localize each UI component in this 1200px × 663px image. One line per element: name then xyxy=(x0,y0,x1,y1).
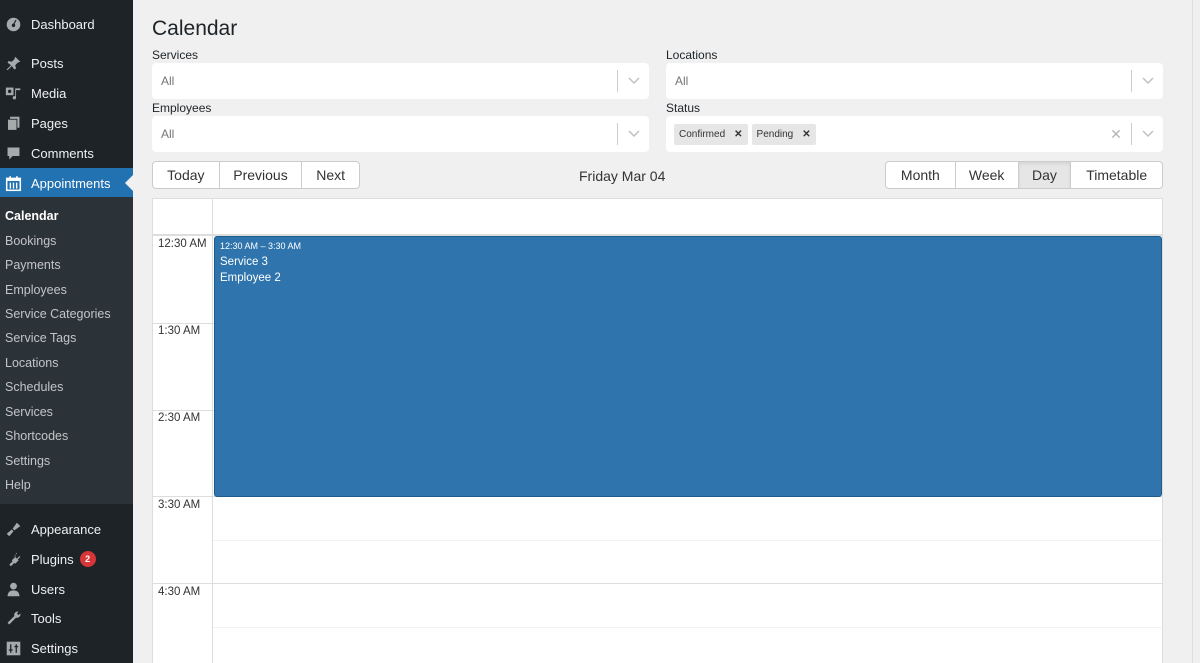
menu-label: Dashboard xyxy=(31,16,95,32)
calendar-icon xyxy=(3,173,23,193)
locations-value: All xyxy=(675,74,689,88)
calendar-event[interactable]: 12:30 AM – 3:30 AM Service 3 Employee 2 xyxy=(214,236,1162,497)
submenu-service-categories[interactable]: Service Categories xyxy=(5,307,111,321)
employees-select[interactable]: All xyxy=(152,116,649,152)
status-select[interactable]: Confirmed ✕ Pending ✕ ✕ xyxy=(666,116,1163,152)
day-calendar-grid: 12:30 AM 1:30 AM 2:30 AM 3:30 AM 4:30 AM… xyxy=(152,198,1163,663)
chevron-down-icon[interactable] xyxy=(1132,77,1163,85)
menu-item-pages[interactable]: Pages xyxy=(0,108,133,138)
settings-icon xyxy=(3,638,23,658)
next-button[interactable]: Next xyxy=(302,162,359,188)
event-employee: Employee 2 xyxy=(220,272,281,284)
locations-label: Locations xyxy=(666,48,718,62)
view-timetable-button[interactable]: Timetable xyxy=(1071,162,1162,188)
chevron-down-icon[interactable] xyxy=(618,77,649,85)
submenu-help[interactable]: Help xyxy=(5,478,31,492)
services-label: Services xyxy=(152,48,199,62)
all-day-row[interactable] xyxy=(153,199,1162,236)
view-button-group: Month Week Day Timetable xyxy=(885,161,1163,189)
status-chip-confirmed: Confirmed ✕ xyxy=(674,123,748,145)
time-label: 12:30 AM xyxy=(158,238,207,250)
chip-label: Pending xyxy=(756,128,794,140)
menu-label: Tools xyxy=(31,610,62,626)
time-label: 2:30 AM xyxy=(158,412,201,424)
brush-icon xyxy=(3,519,23,539)
time-label: 4:30 AM xyxy=(158,586,201,598)
submenu-payments[interactable]: Payments xyxy=(5,258,61,272)
view-week-button[interactable]: Week xyxy=(956,162,1019,188)
menu-label: Appearance xyxy=(31,521,102,537)
time-axis-divider xyxy=(212,199,213,663)
menu-label: Pages xyxy=(31,115,68,131)
submenu-shortcodes[interactable]: Shortcodes xyxy=(5,429,68,443)
time-label: 3:30 AM xyxy=(158,499,201,511)
submenu-settings[interactable]: Settings xyxy=(5,454,50,468)
locations-select[interactable]: All xyxy=(666,63,1163,99)
view-month-button[interactable]: Month xyxy=(886,162,956,188)
page-title: Calendar xyxy=(152,17,238,40)
nav-button-group: Today Previous Next xyxy=(152,161,360,189)
menu-item-media[interactable]: Media xyxy=(0,78,133,108)
remove-chip-icon[interactable]: ✕ xyxy=(734,129,742,140)
menu-item-plugins[interactable]: Plugins 2 xyxy=(0,544,133,574)
menu-item-users[interactable]: Users xyxy=(0,574,133,604)
menu-item-tools[interactable]: Tools xyxy=(0,603,133,633)
half-hour-line xyxy=(213,627,1162,628)
chevron-down-icon[interactable] xyxy=(1132,130,1163,138)
submenu-calendar[interactable]: Calendar xyxy=(5,209,59,223)
submenu-employees[interactable]: Employees xyxy=(5,283,67,297)
menu-item-dashboard[interactable]: Dashboard xyxy=(0,9,133,39)
services-select[interactable]: All xyxy=(152,63,649,99)
half-hour-line xyxy=(213,540,1162,541)
media-icon xyxy=(3,83,23,103)
menu-label: Appointments xyxy=(31,175,111,191)
submenu-service-tags[interactable]: Service Tags xyxy=(5,331,76,345)
wrench-icon xyxy=(3,608,23,628)
submenu-schedules[interactable]: Schedules xyxy=(5,380,63,394)
event-time: 12:30 AM – 3:30 AM xyxy=(220,241,302,251)
comment-icon xyxy=(3,143,23,163)
menu-item-appearance[interactable]: Appearance xyxy=(0,514,133,544)
menu-label: Media xyxy=(31,85,67,101)
admin-sidebar: Dashboard Posts Media Pages Comments App… xyxy=(0,0,133,663)
chevron-down-icon[interactable] xyxy=(618,130,649,138)
clear-all-icon[interactable]: ✕ xyxy=(1101,126,1131,143)
window-edge xyxy=(1192,0,1200,663)
menu-item-comments[interactable]: Comments xyxy=(0,138,133,168)
event-service: Service 3 xyxy=(220,256,268,268)
employees-value: All xyxy=(161,127,175,141)
dashboard-icon xyxy=(3,14,23,34)
appointments-submenu: Calendar Bookings Payments Employees Ser… xyxy=(0,197,133,504)
plugins-update-badge: 2 xyxy=(79,551,96,567)
hour-line xyxy=(153,583,1162,584)
pages-icon xyxy=(3,113,23,133)
menu-item-posts[interactable]: Posts xyxy=(0,48,133,78)
menu-label: Settings xyxy=(31,640,78,656)
plugin-icon xyxy=(3,549,23,569)
menu-label: Comments xyxy=(31,145,94,161)
status-chips: Confirmed ✕ Pending ✕ xyxy=(666,123,1101,145)
pin-icon xyxy=(3,53,23,73)
current-date-title: Friday Mar 04 xyxy=(579,168,666,184)
menu-item-settings[interactable]: Settings xyxy=(0,633,133,663)
employees-label: Employees xyxy=(152,101,212,115)
services-value: All xyxy=(161,74,175,88)
menu-label: Users xyxy=(31,581,65,597)
remove-chip-icon[interactable]: ✕ xyxy=(802,129,810,140)
status-label: Status xyxy=(666,101,701,115)
menu-item-appointments[interactable]: Appointments xyxy=(0,168,133,198)
user-icon xyxy=(3,579,23,599)
status-chip-pending: Pending ✕ xyxy=(751,123,816,145)
submenu-locations[interactable]: Locations xyxy=(5,356,59,370)
menu-label: Plugins xyxy=(31,551,74,567)
view-day-button[interactable]: Day xyxy=(1018,162,1072,188)
menu-label: Posts xyxy=(31,55,64,71)
chip-label: Confirmed xyxy=(679,128,726,140)
time-label: 1:30 AM xyxy=(158,325,201,337)
today-button[interactable]: Today xyxy=(153,162,220,188)
previous-button[interactable]: Previous xyxy=(220,162,303,188)
submenu-services[interactable]: Services xyxy=(5,405,53,419)
submenu-bookings[interactable]: Bookings xyxy=(5,234,56,248)
